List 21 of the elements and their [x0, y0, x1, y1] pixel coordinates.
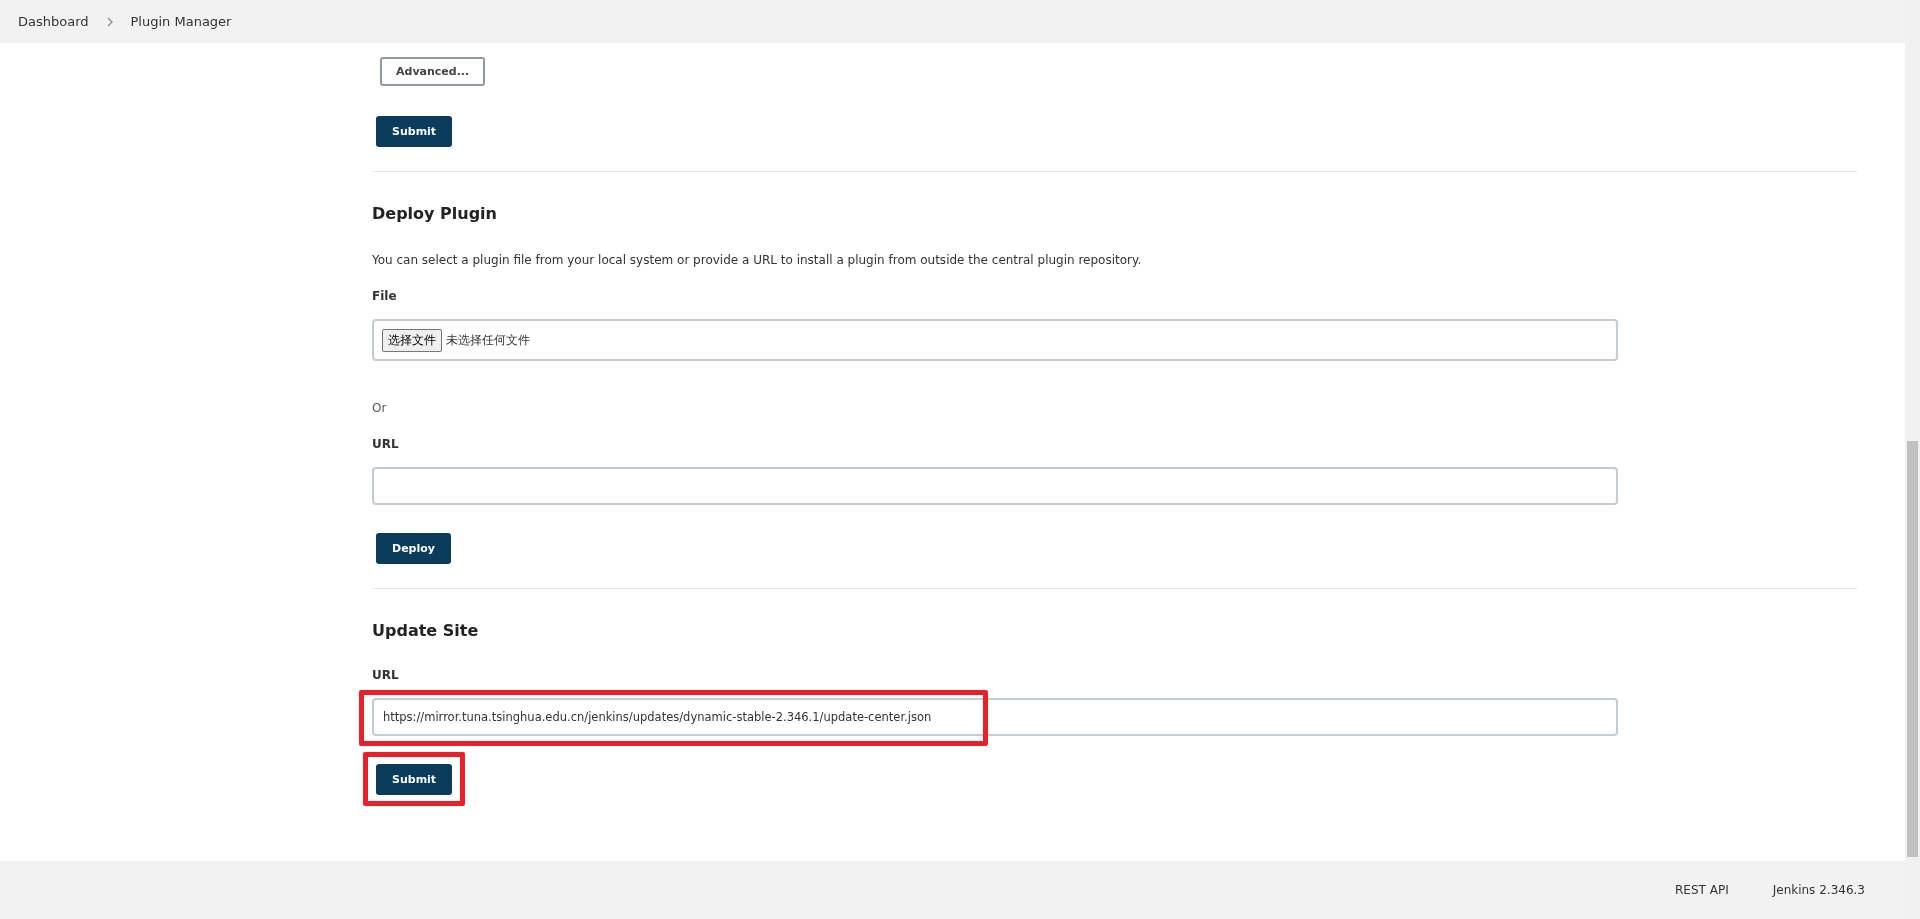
section-title: Update Site — [372, 621, 480, 640]
deploy-button[interactable]: Deploy — [376, 533, 451, 564]
breadcrumb-link[interactable]: Dashboard — [18, 14, 89, 29]
advanced-button[interactable]: Advanced... — [380, 57, 486, 86]
breadcrumb-link[interactable]: Plugin Manager — [130, 14, 232, 29]
field-label: URL — [372, 437, 400, 451]
file-status-text: 未选择任何文件 — [446, 331, 530, 349]
url-input-field[interactable] — [372, 467, 1618, 505]
section-title: Deploy Plugin — [372, 204, 498, 223]
url-input-field[interactable]: https://mirror.tuna.tsinghua.edu.cn/jenkins/updates/dynamic-stable-2.346.1/update-center.json — [372, 698, 1618, 736]
submit-button[interactable]: Submit — [376, 764, 453, 795]
footer-link[interactable]: REST API — [1675, 883, 1729, 897]
submit-button[interactable]: Submit — [376, 116, 453, 147]
footer-link[interactable]: Jenkins 2.346.3 — [1772, 883, 1865, 897]
choose-file-button[interactable]: 选择文件 — [382, 328, 442, 352]
or-text: Or — [372, 401, 388, 415]
field-label: File — [372, 289, 398, 303]
field-label: URL — [372, 668, 400, 682]
description-text: You can select a plugin file from your local system or provide a URL to install a plugin from outside the central plugin repository. — [372, 253, 1143, 267]
file-input-field[interactable]: 选择文件 未选择任何文件 — [372, 319, 1618, 361]
scrollbar[interactable] — [1905, 0, 1920, 919]
